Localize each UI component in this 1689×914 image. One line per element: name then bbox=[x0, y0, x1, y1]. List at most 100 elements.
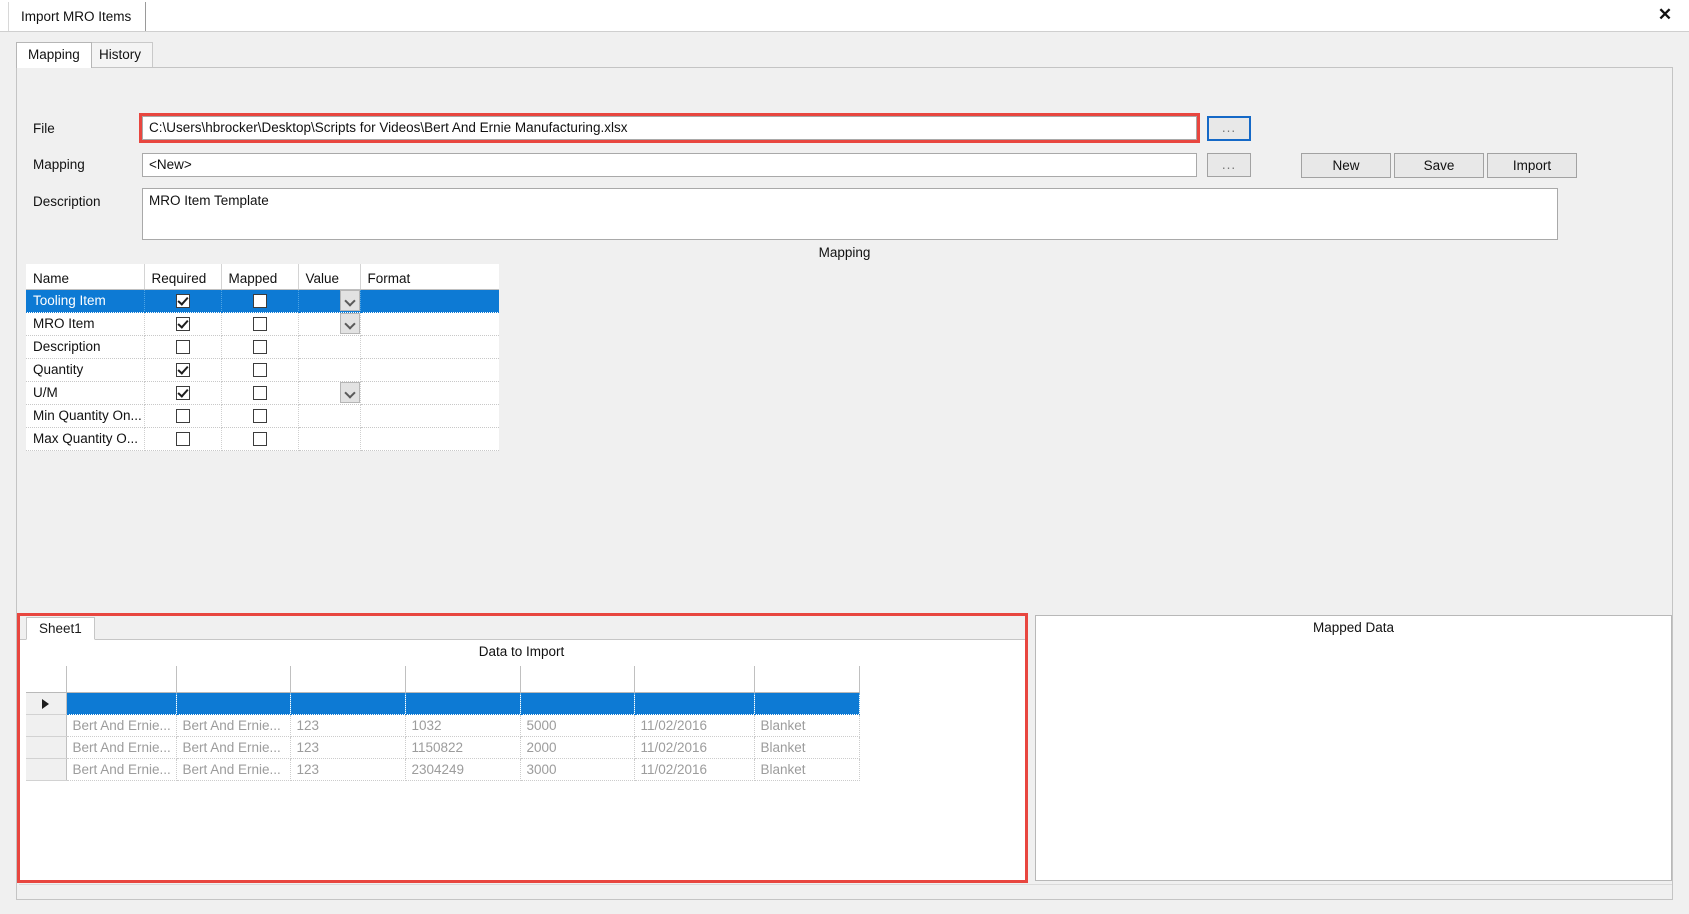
mapping-row-format-cell[interactable] bbox=[360, 289, 499, 313]
mapping-col-format[interactable]: Format bbox=[360, 264, 499, 290]
sheet-tab-sheet1[interactable]: Sheet1 bbox=[26, 617, 95, 640]
mapping-row-value-cell[interactable] bbox=[298, 358, 361, 382]
table-row[interactable]: Bert And Ernie... Bert And Ernie... 123 103… bbox=[26, 714, 860, 737]
mapped-checkbox[interactable] bbox=[252, 431, 267, 446]
table-cell[interactable]: Bert And Ernie... bbox=[66, 758, 177, 781]
required-checkbox[interactable] bbox=[175, 362, 190, 377]
data-grid-col-2[interactable] bbox=[176, 666, 291, 693]
mapping-row[interactable]: U/M bbox=[26, 381, 499, 405]
required-checkbox[interactable] bbox=[175, 385, 190, 400]
file-input[interactable]: C:\Users\hbrocker\Desktop\Scripts for Vi… bbox=[142, 116, 1197, 140]
mapping-row-value-cell[interactable] bbox=[298, 427, 361, 451]
mapping-row[interactable]: MRO Item bbox=[26, 312, 499, 336]
table-cell[interactable]: Bert And Ernie... bbox=[66, 714, 177, 737]
mapping-row-format-cell[interactable] bbox=[360, 381, 499, 405]
mapping-row[interactable]: Max Quantity O... bbox=[26, 427, 499, 451]
save-button[interactable]: Save bbox=[1394, 153, 1484, 178]
table-cell[interactable] bbox=[405, 692, 521, 715]
mapped-checkbox[interactable] bbox=[252, 362, 267, 377]
table-cell[interactable]: 11/02/2016 bbox=[634, 736, 755, 759]
chevron-down-icon[interactable] bbox=[339, 290, 360, 311]
row-selector[interactable] bbox=[26, 714, 67, 737]
table-row[interactable]: Bert And Ernie... Bert And Ernie... 123 115… bbox=[26, 736, 860, 759]
window-tab-import-mro-items[interactable]: Import MRO Items bbox=[8, 2, 147, 31]
table-cell[interactable] bbox=[290, 692, 406, 715]
mapping-row[interactable]: Description bbox=[26, 335, 499, 359]
table-cell[interactable] bbox=[176, 692, 291, 715]
data-grid-col-5[interactable] bbox=[520, 666, 635, 693]
data-grid-col-1[interactable] bbox=[66, 666, 177, 693]
table-cell[interactable] bbox=[754, 692, 860, 715]
table-cell[interactable] bbox=[66, 692, 177, 715]
chevron-down-icon[interactable] bbox=[339, 313, 360, 334]
panel-splitter[interactable] bbox=[1028, 615, 1034, 881]
mapping-row-value-cell[interactable] bbox=[298, 289, 361, 313]
table-cell[interactable]: 5000 bbox=[520, 714, 635, 737]
tab-history[interactable]: History bbox=[87, 42, 154, 67]
table-cell[interactable]: 1150822 bbox=[405, 736, 521, 759]
description-input[interactable]: MRO Item Template bbox=[142, 188, 1558, 240]
table-cell[interactable]: Blanket bbox=[754, 714, 860, 737]
mapped-checkbox[interactable] bbox=[252, 408, 267, 423]
mapping-col-mapped[interactable]: Mapped bbox=[221, 264, 299, 290]
tab-mapping[interactable]: Mapping bbox=[16, 42, 92, 68]
mapping-browse-button[interactable]: ... bbox=[1207, 153, 1251, 177]
table-cell[interactable]: 3000 bbox=[520, 758, 635, 781]
data-grid-col-4[interactable] bbox=[405, 666, 521, 693]
mapping-row-format-cell[interactable] bbox=[360, 312, 499, 336]
table-cell[interactable]: 1032 bbox=[405, 714, 521, 737]
table-cell[interactable]: 2000 bbox=[520, 736, 635, 759]
data-grid-col-6[interactable] bbox=[634, 666, 755, 693]
mapped-checkbox[interactable] bbox=[252, 385, 267, 400]
required-checkbox[interactable] bbox=[175, 293, 190, 308]
mapping-row[interactable]: Quantity bbox=[26, 358, 499, 382]
table-cell[interactable]: 2304249 bbox=[405, 758, 521, 781]
table-row[interactable] bbox=[26, 692, 860, 715]
mapped-checkbox[interactable] bbox=[252, 293, 267, 308]
table-cell[interactable]: 11/02/2016 bbox=[634, 714, 755, 737]
required-checkbox[interactable] bbox=[175, 408, 190, 423]
mapping-row-value-cell[interactable] bbox=[298, 404, 361, 428]
table-cell[interactable] bbox=[634, 692, 755, 715]
required-checkbox[interactable] bbox=[175, 339, 190, 354]
mapping-row[interactable]: Min Quantity On... bbox=[26, 404, 499, 428]
file-browse-button[interactable]: ... bbox=[1207, 116, 1251, 141]
table-cell[interactable]: Bert And Ernie... bbox=[176, 736, 291, 759]
table-cell[interactable]: 123 bbox=[290, 736, 406, 759]
mapping-row-format-cell[interactable] bbox=[360, 427, 499, 451]
table-cell[interactable]: 123 bbox=[290, 758, 406, 781]
new-button[interactable]: New bbox=[1301, 153, 1391, 178]
mapping-row[interactable]: Tooling Item bbox=[26, 289, 499, 313]
chevron-down-icon[interactable] bbox=[339, 382, 360, 403]
required-checkbox[interactable] bbox=[175, 316, 190, 331]
import-button[interactable]: Import bbox=[1487, 153, 1577, 178]
row-selector[interactable] bbox=[26, 758, 67, 781]
table-cell[interactable]: 123 bbox=[290, 714, 406, 737]
mapping-row-value-cell[interactable] bbox=[298, 381, 361, 405]
mapping-row-value-cell[interactable] bbox=[298, 312, 361, 336]
table-cell[interactable]: 11/02/2016 bbox=[634, 758, 755, 781]
row-selector[interactable] bbox=[26, 692, 67, 715]
mapping-col-name[interactable]: Name bbox=[26, 264, 145, 290]
mapping-input[interactable]: <New> bbox=[142, 153, 1197, 177]
table-row[interactable]: Bert And Ernie... Bert And Ernie... 123 230… bbox=[26, 758, 860, 781]
mapping-row-value-cell[interactable] bbox=[298, 335, 361, 359]
table-cell[interactable]: Blanket bbox=[754, 758, 860, 781]
mapping-row-format-cell[interactable] bbox=[360, 404, 499, 428]
mapping-col-required[interactable]: Required bbox=[144, 264, 222, 290]
row-selector[interactable] bbox=[26, 736, 67, 759]
mapping-row-format-cell[interactable] bbox=[360, 358, 499, 382]
table-cell[interactable]: Bert And Ernie... bbox=[66, 736, 177, 759]
data-grid-col-3[interactable] bbox=[290, 666, 406, 693]
table-cell[interactable] bbox=[520, 692, 635, 715]
close-icon[interactable]: ✕ bbox=[1651, 2, 1679, 28]
table-cell[interactable]: Bert And Ernie... bbox=[176, 758, 291, 781]
data-grid-col-7[interactable] bbox=[754, 666, 860, 693]
mapping-col-value[interactable]: Value bbox=[298, 264, 361, 290]
table-cell[interactable]: Bert And Ernie... bbox=[176, 714, 291, 737]
mapped-checkbox[interactable] bbox=[252, 339, 267, 354]
required-checkbox[interactable] bbox=[175, 431, 190, 446]
mapped-checkbox[interactable] bbox=[252, 316, 267, 331]
table-cell[interactable]: Blanket bbox=[754, 736, 860, 759]
mapping-row-format-cell[interactable] bbox=[360, 335, 499, 359]
